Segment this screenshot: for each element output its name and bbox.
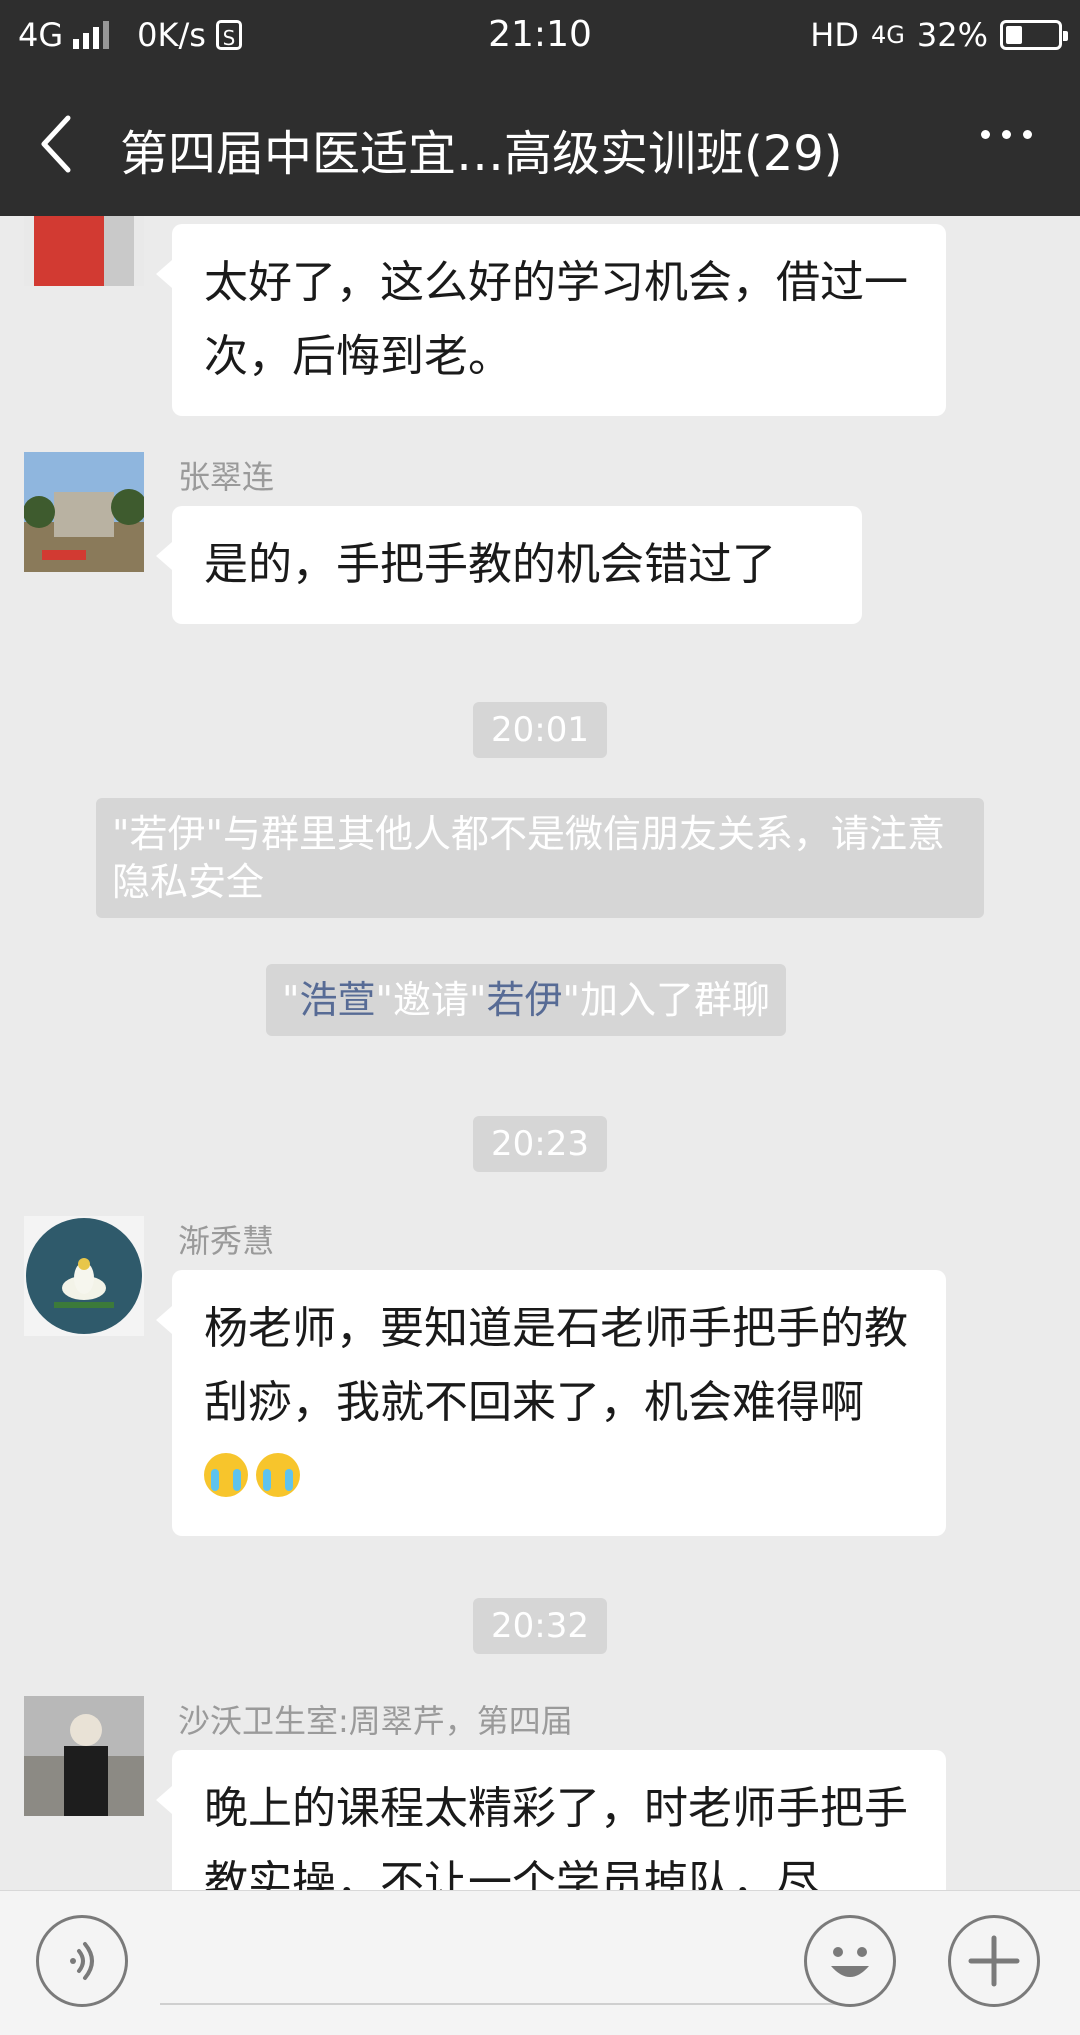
avatar[interactable] [24,1696,144,1816]
timestamp: 20:32 [0,1598,1080,1654]
message-list[interactable]: 太好了，这么好的学习机会，借过一次，后悔到老。 张翠连 是的，手把手教的机会错过… [0,216,1080,1890]
sender-name: 渐秀慧 [178,1222,275,1260]
invite-user-link[interactable]: 浩萱 [299,978,375,1022]
network-type-right: 4G [871,21,905,49]
invited-user-link[interactable]: 若伊 [486,978,562,1022]
crying-emoji-icon [256,1453,300,1497]
plus-icon[interactable] [948,1915,1040,2007]
voice-icon[interactable] [36,1915,128,2007]
sender-name: 沙沃卫生室:周翠芹，第四届 [178,1702,573,1740]
avatar[interactable] [24,452,144,572]
privacy-notice: "若伊"与群里其他人都不是微信朋友关系，请注意隐私安全 [96,798,984,918]
message-bubble[interactable]: 太好了，这么好的学习机会，借过一次，后悔到老。 [156,224,946,416]
message-bubble[interactable]: 杨老师，要知道是石老师手把手的教刮痧，我就不回来了，机会难得啊 [156,1270,946,1536]
timestamp: 20:01 [0,702,1080,758]
avatar[interactable] [24,1216,144,1336]
status-bar: 4G 0K/s S 21:10 HD 4G 32% [0,0,1080,72]
battery-percent: 32% [916,16,988,54]
timestamp: 20:23 [0,1116,1080,1172]
battery-icon [1000,20,1068,50]
message-bubble[interactable]: 是的，手把手教的机会错过了 [156,506,862,624]
more-dots-icon[interactable] [981,130,1032,139]
hd-indicator: HD [810,16,859,54]
chat-header: 第四届中医适宜…高级实训班(29) [0,72,1080,216]
message-input[interactable] [160,2003,840,2005]
message-bubble[interactable]: 晚上的课程太精彩了，时老师手把手教实操，不让一个学员掉队，尽 [156,1750,946,1890]
invite-notice: "浩萱"邀请"若伊"加入了群聊 [266,964,786,1036]
avatar[interactable] [24,216,144,286]
chat-title[interactable]: 第四届中医适宜…高级实训班(29) [120,114,843,184]
crying-emoji-icon [204,1453,248,1497]
chevron-left-icon[interactable] [30,110,90,178]
input-bar [0,1890,1080,2035]
sender-name: 张翠连 [178,458,275,496]
emoji-icon[interactable] [804,1915,896,2007]
